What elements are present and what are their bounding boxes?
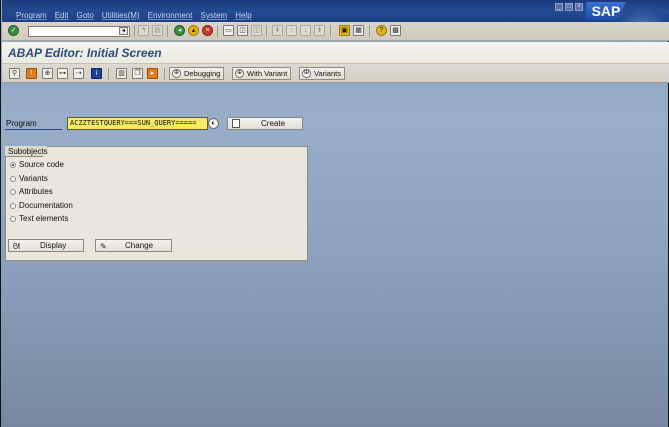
first-page-icon[interactable]: ⇞ <box>272 25 283 36</box>
cancel-icon[interactable]: × <box>202 25 213 36</box>
find-next-icon[interactable]: ◫ <box>251 25 262 36</box>
menu-help[interactable]: Help <box>235 11 251 20</box>
create-document-icon <box>232 119 240 128</box>
where-used-icon[interactable]: ⚲ <box>9 68 20 79</box>
copy-icon[interactable]: ❐ <box>132 68 143 79</box>
back-icon[interactable]: ◂ <box>174 25 185 36</box>
radio-button[interactable] <box>10 215 16 222</box>
back-arrow-icon[interactable]: ↰ <box>138 25 149 36</box>
command-field[interactable] <box>28 26 130 37</box>
application-toolbar: ⚲ ! ⊕ ⊶ ⇢ i ▥ ❐ ▸ ⊕ Debugging ⊕ With Var… <box>2 63 669 83</box>
debugging-button[interactable]: ⊕ Debugging <box>169 67 225 80</box>
toolbar-separator <box>167 25 168 37</box>
radio-label: Source code <box>19 160 64 169</box>
menu-system[interactable]: System <box>201 11 228 20</box>
debug-icon: ⊕ <box>172 69 181 78</box>
program-label-underline <box>5 129 62 130</box>
enter-icon[interactable]: ✓ <box>8 25 19 36</box>
radio-label: Documentation <box>19 201 73 210</box>
check-icon[interactable]: ! <box>26 68 37 79</box>
with-variant-label: With Variant <box>247 69 288 78</box>
window-controls: _ □ × <box>555 3 583 11</box>
shortcut-icon[interactable]: ▦ <box>353 25 364 36</box>
radio-label: Attributes <box>19 187 53 196</box>
change-button[interactable]: ✎ Change <box>95 239 172 252</box>
variants-label: Variants <box>314 69 341 78</box>
display-label: Display <box>40 241 67 250</box>
execute-variant-icon: ⊕ <box>235 69 244 78</box>
last-page-icon[interactable]: ⇟ <box>314 25 325 36</box>
minimize-icon[interactable]: _ <box>555 3 563 11</box>
toolbar-separator <box>369 25 370 37</box>
page-title: ABAP Editor: Initial Screen <box>8 46 162 60</box>
create-session-icon[interactable]: ▣ <box>339 25 350 36</box>
create-button[interactable]: Create <box>227 117 303 130</box>
pencil-icon: ✎ <box>100 242 107 251</box>
variants-icon: ⊞ <box>302 69 311 78</box>
menu-environment[interactable]: Environment <box>148 11 193 20</box>
execute-icon[interactable]: ▸ <box>147 68 158 79</box>
delete-icon[interactable]: ▥ <box>116 68 127 79</box>
menu-program[interactable]: Program <box>16 11 47 20</box>
rename-icon[interactable]: ⇢ <box>73 68 84 79</box>
menu-goto[interactable]: Goto <box>76 11 93 20</box>
info-icon[interactable]: i <box>91 68 102 79</box>
maximize-icon[interactable]: □ <box>565 3 573 11</box>
radio-documentation[interactable]: Documentation <box>10 201 73 210</box>
program-label: Program <box>6 119 37 128</box>
radio-variants[interactable]: Variants <box>10 174 48 183</box>
radio-text-elements[interactable]: Text elements <box>10 214 68 223</box>
save-icon[interactable]: ▤ <box>152 25 163 36</box>
change-label: Change <box>125 241 154 250</box>
menu-utilities[interactable]: Utilities(M) <box>102 11 140 20</box>
subobjects-title: Subobjects <box>8 147 48 156</box>
sap-window: Program Edit Goto Utilities(M) Environme… <box>0 0 669 427</box>
help-icon[interactable]: ? <box>376 25 387 36</box>
sap-logo: SAP <box>586 2 626 20</box>
toolbar-separator <box>164 68 165 80</box>
value-help-icon[interactable]: ◐ <box>208 118 219 129</box>
previous-page-icon[interactable]: ↑ <box>286 25 297 36</box>
radio-label: Variants <box>19 174 48 183</box>
debugging-label: Debugging <box>184 69 221 78</box>
command-history-icon[interactable]: ◂ <box>119 27 128 35</box>
print-icon[interactable]: ▭ <box>223 25 234 36</box>
program-input[interactable]: ACZZTESTQUERY===SUN_QUERY===== <box>67 117 208 130</box>
system-toolbar: ✓ ◂ ↰ ▤ ◂ ▴ × ▭ ◫ ◫ ⇞ ↑ ↓ ⇟ ▣ ▦ ? ▩ <box>2 22 669 41</box>
display-button[interactable]: ᘛ Display <box>8 239 84 252</box>
exit-icon[interactable]: ▴ <box>188 25 199 36</box>
find-icon[interactable]: ◫ <box>237 25 248 36</box>
toolbar-separator <box>217 25 218 37</box>
toolbar-separator <box>108 68 109 80</box>
layout-menu-icon[interactable]: ▩ <box>390 25 401 36</box>
radio-button[interactable] <box>10 188 16 195</box>
screen-title-bar: ABAP Editor: Initial Screen <box>2 42 669 63</box>
menu-bar: Program Edit Goto Utilities(M) Environme… <box>2 0 669 44</box>
menu-items: Program Edit Goto Utilities(M) Environme… <box>16 11 260 20</box>
radio-label: Text elements <box>19 214 69 223</box>
close-icon[interactable]: × <box>575 3 583 11</box>
glasses-icon: ᘛ <box>13 242 20 251</box>
menu-edit[interactable]: Edit <box>55 11 69 20</box>
radio-attributes[interactable]: Attributes <box>10 187 53 196</box>
variants-button[interactable]: ⊞ Variants <box>299 67 345 80</box>
next-page-icon[interactable]: ↓ <box>300 25 311 36</box>
toolbar-separator <box>330 25 331 37</box>
test-icon[interactable]: ⊶ <box>57 68 68 79</box>
radio-source-code[interactable]: Source code <box>10 160 64 169</box>
toolbar-separator <box>134 25 135 37</box>
activate-icon[interactable]: ⊕ <box>42 68 53 79</box>
toolbar-separator <box>266 25 267 37</box>
radio-button[interactable] <box>10 175 16 182</box>
radio-button[interactable] <box>10 202 16 209</box>
radio-button-selected[interactable] <box>10 161 16 168</box>
create-label: Create <box>261 119 286 128</box>
with-variant-button[interactable]: ⊕ With Variant <box>232 67 292 80</box>
